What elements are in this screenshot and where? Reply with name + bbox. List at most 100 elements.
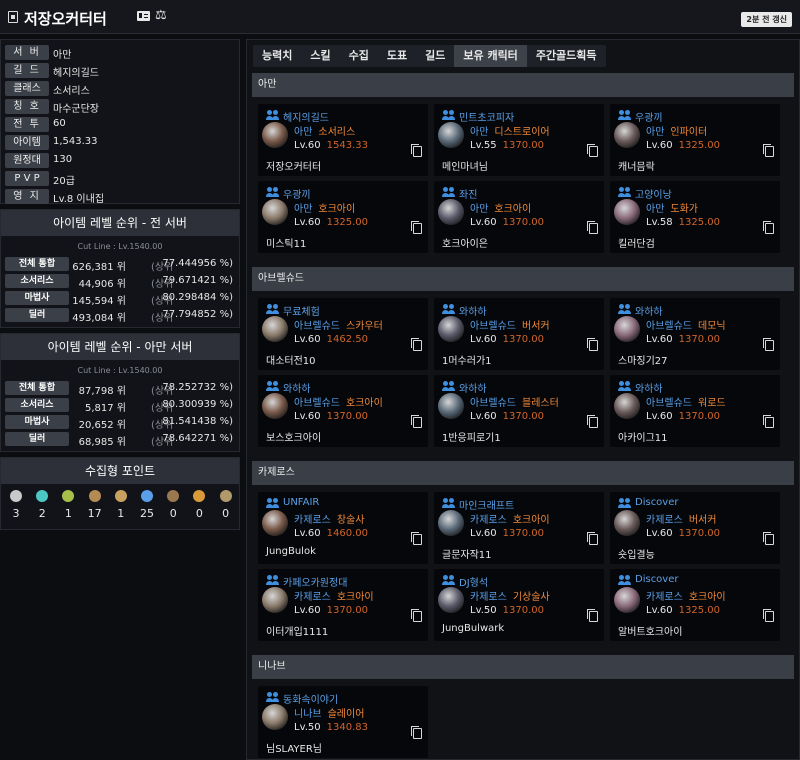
rank-row: 전체 통합 87,798 위 (상위 78.252732 %) bbox=[5, 381, 237, 397]
class-name: 인파이터 bbox=[670, 127, 708, 138]
item-level: 1370.00 bbox=[326, 411, 368, 422]
copy-icon[interactable] bbox=[587, 609, 598, 622]
copy-icon[interactable] bbox=[411, 609, 422, 622]
class-name: 스카우터 bbox=[346, 321, 383, 332]
guild-members-icon bbox=[266, 692, 280, 702]
collect-item[interactable]: 17 bbox=[86, 490, 104, 520]
avatar bbox=[262, 199, 288, 225]
copy-icon[interactable] bbox=[587, 338, 598, 351]
tab-item[interactable]: 수집 bbox=[340, 45, 378, 67]
class-name: 블레스터 bbox=[522, 398, 559, 409]
copy-icon[interactable] bbox=[411, 415, 422, 428]
guild-members-icon bbox=[266, 575, 280, 585]
info-label: 칭 호 bbox=[5, 99, 49, 114]
copy-icon[interactable] bbox=[587, 532, 598, 545]
collect-count: 1 bbox=[117, 507, 125, 520]
character-card[interactable]: 고양이낭 아만 도화가 Lv.58 1325.00 킬러단검 bbox=[610, 181, 780, 253]
collect-item[interactable]: 3 bbox=[7, 490, 25, 520]
server-name: 아브렐슈드 bbox=[646, 398, 692, 409]
collect-count: 2 bbox=[38, 507, 46, 520]
collect-item[interactable]: 25 bbox=[138, 490, 156, 520]
copy-icon[interactable] bbox=[587, 144, 598, 157]
character-card[interactable]: 마인크래프트 카제로스 호크아이 Lv.60 1370.00 글문자작11 bbox=[434, 492, 604, 564]
character-card[interactable]: 우광끼 아만 인파이터 Lv.60 1325.00 캐너믐락 bbox=[610, 104, 780, 176]
tab-item[interactable]: 보유 캐릭터 bbox=[454, 45, 527, 67]
copy-icon[interactable] bbox=[763, 338, 774, 351]
copy-icon[interactable] bbox=[411, 221, 422, 234]
character-card[interactable]: 카페오카원정대 카제로스 호크아이 Lv.60 1370.00 이터개입1111 bbox=[258, 569, 428, 641]
collect-item[interactable]: 0 bbox=[164, 490, 182, 520]
character-card[interactable]: 무료체험 아브렐슈드 스카우터 Lv.60 1462.50 대소터전10 bbox=[258, 298, 428, 370]
character-card[interactable]: 와하하 아브렐슈드 블레스터 Lv.60 1370.00 1반응피로기1 bbox=[434, 375, 604, 447]
avatar bbox=[262, 393, 288, 419]
character-card[interactable]: 좌진 아만 호크아이 Lv.60 1370.00 호크아이은 bbox=[434, 181, 604, 253]
server-name: 아만 bbox=[470, 127, 489, 138]
guild-members-icon bbox=[618, 110, 632, 120]
refresh-button[interactable]: 2분 전 갱신 bbox=[741, 12, 792, 27]
collect-item[interactable]: 1 bbox=[59, 490, 77, 520]
copy-icon[interactable] bbox=[763, 221, 774, 234]
level-line: Lv.60 1543.33 bbox=[294, 140, 368, 151]
character-card[interactable]: 동화속이야기 니나브 슬레이어 Lv.50 1340.83 님SLAYER님 bbox=[258, 686, 428, 758]
collect-item[interactable]: 0 bbox=[190, 490, 208, 520]
collect-item[interactable]: 0 bbox=[217, 490, 235, 520]
tab-item[interactable]: 길드 bbox=[416, 45, 454, 67]
guild-members-icon bbox=[266, 498, 280, 508]
copy-icon[interactable] bbox=[763, 144, 774, 157]
character-card[interactable]: 헤지의길드 아만 소서리스 Lv.60 1543.33 저장오커터터 bbox=[258, 104, 428, 176]
character-card[interactable]: Discover 카제로스 버서커 Lv.60 1370.00 숏입결능 bbox=[610, 492, 780, 564]
character-card[interactable]: 와하하 아브렐슈드 워로드 Lv.60 1370.00 아카이그11 bbox=[610, 375, 780, 447]
info-row-estate: 영 지 Lv.8 이내집 bbox=[5, 189, 235, 205]
rank-label: 딜러 bbox=[5, 432, 69, 446]
character-card[interactable]: DJ형석 카제로스 기상술사 Lv.50 1370.00 JungBulwark bbox=[434, 569, 604, 641]
character-card[interactable]: Discover 카제로스 호크아이 Lv.60 1325.00 알버트호크아이 bbox=[610, 569, 780, 641]
tab-item[interactable]: 능력치 bbox=[253, 45, 301, 67]
rank-position: 626,381 위 bbox=[72, 262, 126, 273]
character-card[interactable]: 민트초코피자 아만 디스트로이어 Lv.55 1370.00 메인마녀님 bbox=[434, 104, 604, 176]
character-card[interactable]: 와하하 아브렐슈드 호크아이 Lv.60 1370.00 보스호크아이 bbox=[258, 375, 428, 447]
character-card[interactable]: 와하하 아브렐슈드 데모닉 Lv.60 1370.00 스마징기27 bbox=[610, 298, 780, 370]
level-line: Lv.60 1325.00 bbox=[294, 217, 368, 228]
class-line: 아만 인파이터 bbox=[646, 123, 707, 138]
character-card[interactable]: 우광끼 아만 호크아이 Lv.60 1325.00 미스틱11 bbox=[258, 181, 428, 253]
collect-item[interactable]: 1 bbox=[112, 490, 130, 520]
copy-icon[interactable] bbox=[587, 221, 598, 234]
copy-icon[interactable] bbox=[411, 532, 422, 545]
server-name: 아브렐슈드 bbox=[470, 398, 516, 409]
server-header: 니나브 bbox=[252, 655, 794, 679]
level-line: Lv.55 1370.00 bbox=[470, 140, 544, 151]
copy-icon[interactable] bbox=[411, 338, 422, 351]
copy-icon[interactable] bbox=[763, 532, 774, 545]
collectible-points-panel: 수집형 포인트 3 2 1 17 1 25 0 0 0 bbox=[0, 457, 240, 530]
avatar bbox=[614, 393, 640, 419]
copy-icon[interactable] bbox=[587, 415, 598, 428]
copy-icon[interactable] bbox=[411, 144, 422, 157]
character-card[interactable]: UNFAIR 카제로스 창술사 Lv.60 1460.00 JungBulok bbox=[258, 492, 428, 564]
tab-item[interactable]: 스킬 bbox=[301, 45, 339, 67]
id-card-icon[interactable] bbox=[137, 11, 150, 21]
rank-label: 딜러 bbox=[5, 308, 69, 322]
copy-icon[interactable] bbox=[763, 415, 774, 428]
rank-position: 493,084 위 bbox=[72, 313, 126, 324]
copy-icon[interactable] bbox=[763, 609, 774, 622]
character-name: 님SLAYER님 bbox=[266, 744, 322, 755]
info-row-pvp: P V P 20급 bbox=[5, 171, 235, 187]
scale-icon[interactable]: ⚖ bbox=[155, 9, 167, 23]
tab-item[interactable]: 도표 bbox=[378, 45, 416, 67]
rank-row: 마법사 145,594 위 (상위 80.298484 %) bbox=[5, 291, 237, 307]
character-card[interactable]: 와하하 아브렐슈드 버서커 Lv.60 1370.00 1머수러가1 bbox=[434, 298, 604, 370]
avatar bbox=[614, 316, 640, 342]
tab-item[interactable]: 주간골드획득 bbox=[527, 45, 606, 67]
character-level: Lv.60 bbox=[294, 411, 321, 422]
copy-icon[interactable] bbox=[411, 726, 422, 739]
rank-label: 마법사 bbox=[5, 415, 69, 429]
class-name: 소서리스 bbox=[318, 127, 356, 138]
bookmark-icon[interactable] bbox=[8, 11, 18, 23]
server-name: 카제로스 bbox=[470, 592, 507, 603]
class-line: 아만 소서리스 bbox=[294, 123, 355, 138]
class-name: 데모닉 bbox=[698, 321, 726, 332]
character-name: 1머수러가1 bbox=[442, 356, 492, 367]
tab-bar: 능력치 스킬 수집 도표 길드 보유 캐릭터 주간골드획득 bbox=[253, 45, 606, 67]
collect-item[interactable]: 2 bbox=[33, 490, 51, 520]
rank-panel-title: 아이템 레벨 순위 - 전 서버 bbox=[1, 210, 239, 236]
